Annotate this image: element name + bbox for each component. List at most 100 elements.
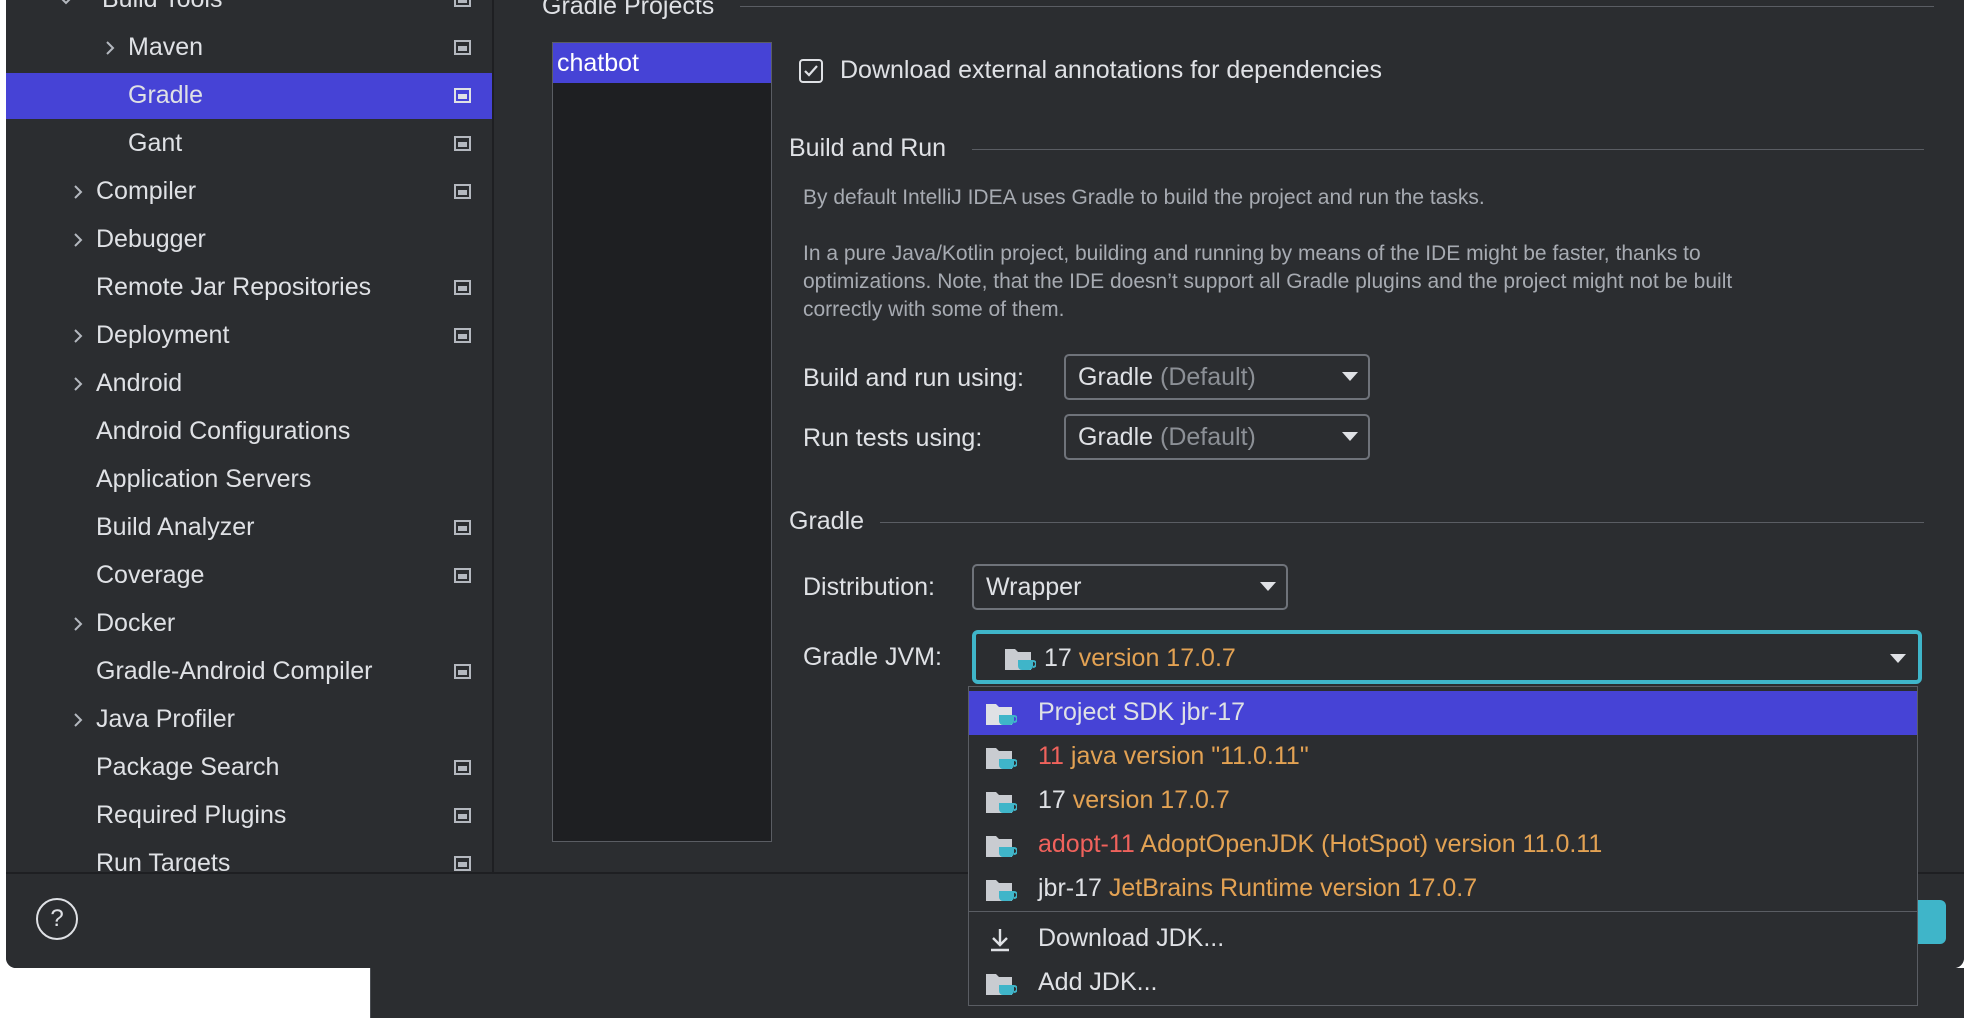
tree-item-android-configurations[interactable]: Android Configurations xyxy=(6,409,492,455)
distribution-select[interactable]: Wrapper xyxy=(972,564,1288,610)
project-item-chatbot[interactable]: chatbot xyxy=(553,43,771,83)
project-level-icon xyxy=(454,856,471,871)
add-jdk-action[interactable]: Add JDK... xyxy=(969,961,1917,1005)
tree-item-package-search[interactable]: Package Search xyxy=(6,745,492,791)
chevron-down-icon xyxy=(1890,654,1906,663)
project-level-icon xyxy=(454,760,471,775)
tree-item-remote-jar-repositories[interactable]: Remote Jar Repositories xyxy=(6,265,492,311)
tree-item-label: Run Targets xyxy=(96,849,231,872)
tree-item-run-targets[interactable]: Run Targets xyxy=(6,841,492,872)
jdk-folder-icon xyxy=(985,745,1017,771)
chevron-right-icon[interactable] xyxy=(68,614,88,634)
project-level-icon xyxy=(454,280,471,295)
tree-item-label: Java Profiler xyxy=(96,705,235,733)
tree-item-label: Compiler xyxy=(96,177,197,205)
tree-item-label: Build Tools xyxy=(102,0,222,14)
sidebar-splitter[interactable] xyxy=(492,0,494,872)
option-label: 17 version 17.0.7 xyxy=(1038,786,1230,814)
tree-item-label: Gradle xyxy=(128,81,204,109)
project-level-icon xyxy=(454,664,471,679)
gradle-projects-title: Gradle Projects xyxy=(542,0,715,20)
project-name: chatbot xyxy=(557,49,640,77)
option-label: jbr-17 JetBrains Runtime version 17.0.7 xyxy=(1038,874,1478,902)
tree-item-label: Maven xyxy=(128,33,204,61)
run-tests-using-select[interactable]: Gradle (Default) xyxy=(1064,414,1370,460)
chevron-right-icon[interactable] xyxy=(68,326,88,346)
settings-tree[interactable]: Build Tools Maven Gradle Gant Compiler D… xyxy=(6,0,492,872)
tree-item-required-plugins[interactable]: Required Plugins xyxy=(6,793,492,839)
build-run-description: By default IntelliJ IDEA uses Gradle to … xyxy=(803,186,1485,209)
build-run-note-line-3: correctly with some of them. xyxy=(803,298,1065,321)
chevron-right-icon[interactable] xyxy=(68,182,88,202)
build-and-run-title: Build and Run xyxy=(789,134,947,162)
tree-item-gant[interactable]: Gant xyxy=(6,121,492,167)
gradle-jvm-popup[interactable]: Project SDK jbr-17 11 java version "11.0… xyxy=(968,686,1918,1006)
tree-item-gradle[interactable]: Gradle xyxy=(6,73,492,119)
tree-item-java-profiler[interactable]: Java Profiler xyxy=(6,697,492,743)
separator xyxy=(740,6,1934,7)
download-annotations-label[interactable]: Download external annotations for depend… xyxy=(840,56,1382,85)
ok-button[interactable] xyxy=(1918,900,1946,944)
tree-item-label: Deployment xyxy=(96,321,230,349)
tree-item-maven[interactable]: Maven xyxy=(6,25,492,71)
tree-item-application-servers[interactable]: Application Servers xyxy=(6,457,492,503)
gradle-section-title: Gradle xyxy=(789,507,865,535)
tree-item-label: Gant xyxy=(128,129,183,157)
project-level-icon xyxy=(454,88,471,103)
tree-item-label: Android Configurations xyxy=(96,417,351,445)
build-run-using-label: Build and run using: xyxy=(803,364,1024,392)
tree-item-label: Gradle-Android Compiler xyxy=(96,657,373,685)
tree-item-build-analyzer[interactable]: Build Analyzer xyxy=(6,505,492,551)
jdk-folder-icon xyxy=(985,971,1017,997)
select-value: Wrapper xyxy=(986,573,1082,601)
chevron-right-icon[interactable] xyxy=(68,230,88,250)
checkmark-icon xyxy=(804,65,818,77)
help-button[interactable]: ? xyxy=(36,898,78,940)
download-icon xyxy=(987,927,1013,958)
tree-item-compiler[interactable]: Compiler xyxy=(6,169,492,215)
separator xyxy=(370,968,371,1018)
jdk-folder-icon xyxy=(985,877,1017,903)
tree-item-docker[interactable]: Docker xyxy=(6,601,492,647)
jvm-option-project-sdk[interactable]: Project SDK jbr-17 xyxy=(969,691,1917,735)
tree-item-debugger[interactable]: Debugger xyxy=(6,217,492,263)
jvm-option-adopt-11[interactable]: adopt-11 AdoptOpenJDK (HotSpot) version … xyxy=(969,823,1917,867)
chevron-right-icon[interactable] xyxy=(68,374,88,394)
separator xyxy=(972,149,1924,150)
tree-item-label: Remote Jar Repositories xyxy=(96,273,372,301)
jdk-folder-icon xyxy=(985,833,1017,859)
download-jdk-action[interactable]: Download JDK... xyxy=(969,917,1917,961)
build-run-note-line-2: optimizations. Note, that the IDE doesn’… xyxy=(803,270,1733,293)
option-label: Download JDK... xyxy=(1038,924,1225,952)
tree-item-deployment[interactable]: Deployment xyxy=(6,313,492,359)
build-run-using-select[interactable]: Gradle (Default) xyxy=(1064,354,1370,400)
option-label: Project SDK jbr-17 xyxy=(1038,698,1246,726)
chevron-right-icon[interactable] xyxy=(100,38,120,58)
option-label: adopt-11 AdoptOpenJDK (HotSpot) version … xyxy=(1038,830,1603,858)
project-level-icon xyxy=(454,184,471,199)
option-label: 11 java version "11.0.11" xyxy=(1038,742,1309,770)
select-value: Gradle (Default) xyxy=(1078,423,1256,451)
jvm-option-jbr-17[interactable]: jbr-17 JetBrains Runtime version 17.0.7 xyxy=(969,867,1917,911)
chevron-down-icon xyxy=(1260,582,1276,591)
separator xyxy=(969,911,1917,912)
tree-item-label: Build Analyzer xyxy=(96,513,255,541)
tree-item-label: Application Servers xyxy=(96,465,312,493)
tree-item-label: Coverage xyxy=(96,561,205,589)
download-annotations-checkbox[interactable] xyxy=(799,59,823,83)
chevron-right-icon[interactable] xyxy=(68,710,88,730)
gradle-projects-list[interactable]: chatbot xyxy=(552,42,772,842)
tree-item-android[interactable]: Android xyxy=(6,361,492,407)
gradle-jvm-select[interactable]: 17 version 17.0.7 xyxy=(972,630,1922,684)
jvm-option-17[interactable]: 17 version 17.0.7 xyxy=(969,779,1917,823)
chevron-down-icon xyxy=(1342,372,1358,381)
chevron-down-icon[interactable] xyxy=(56,0,76,10)
project-level-icon xyxy=(454,328,471,343)
jvm-option-11[interactable]: 11 java version "11.0.11" xyxy=(969,735,1917,779)
tree-item-build-tools[interactable]: Build Tools xyxy=(6,0,492,23)
tree-item-gradle-android-compiler[interactable]: Gradle-Android Compiler xyxy=(6,649,492,695)
tree-item-label: Docker xyxy=(96,609,176,637)
tree-item-label: Required Plugins xyxy=(96,801,287,829)
tree-item-label: Debugger xyxy=(96,225,206,253)
tree-item-coverage[interactable]: Coverage xyxy=(6,553,492,599)
